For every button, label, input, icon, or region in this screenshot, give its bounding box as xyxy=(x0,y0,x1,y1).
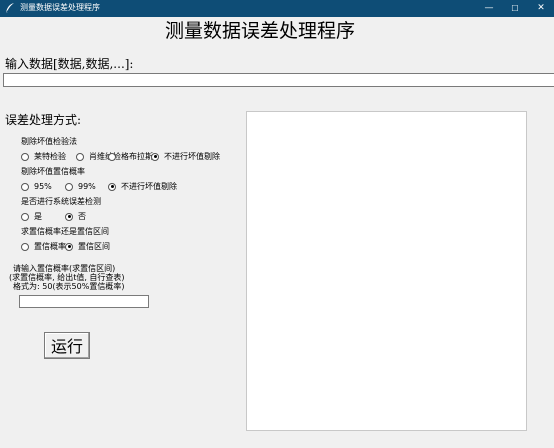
vertical-scrollbar[interactable] xyxy=(530,88,548,448)
radio-circle xyxy=(21,152,29,161)
confidence-input[interactable] xyxy=(19,295,149,308)
systematic-error-label: 是否进行系统误差检测 xyxy=(21,197,101,206)
close-button[interactable]: ✕ xyxy=(528,0,554,17)
radio-95[interactable]: 95% xyxy=(21,181,52,192)
radio-laite-test[interactable]: 莱特检验 xyxy=(21,151,66,162)
radio-confidence-probability[interactable]: 置信概率 xyxy=(21,241,66,252)
outlier-test-label: 剔除坏值检验法 xyxy=(21,137,77,146)
radio-circle xyxy=(21,182,29,191)
radio-grubbs-test[interactable]: 格布拉斯 xyxy=(108,151,153,162)
outlier-confidence-label: 剔除坏值置信概率 xyxy=(21,167,85,176)
radio-circle xyxy=(21,242,29,251)
data-input-label: 输入数据[数据,数据,...]: xyxy=(5,57,134,71)
window-title: 测量数据误差处理程序 xyxy=(20,3,100,12)
run-button[interactable]: 运行 xyxy=(44,332,90,359)
feather-app-icon xyxy=(5,3,14,14)
radio-circle xyxy=(76,152,84,161)
radio-circle-selected xyxy=(65,212,73,221)
radio-yes[interactable]: 是 xyxy=(21,211,42,222)
page-title: 测量数据误差处理程序 xyxy=(164,20,355,42)
method-label: 误差处理方式: xyxy=(5,113,82,127)
radio-circle xyxy=(65,182,73,191)
confidence-prompt-line2: (求置信概率, 给出t值, 自行查表) xyxy=(9,273,125,282)
window-titlebar[interactable]: 测量数据误差处理程序 — ☐ ✕ xyxy=(0,0,554,17)
radio-label: 格布拉斯 xyxy=(121,152,153,161)
data-input[interactable] xyxy=(3,73,554,87)
radio-label: 95% xyxy=(34,182,52,191)
probability-or-interval-label: 求置信概率还是置信区间 xyxy=(21,227,109,236)
radio-circle xyxy=(21,212,29,221)
minimize-button[interactable]: — xyxy=(476,0,502,17)
radio-label: 否 xyxy=(78,212,86,221)
confidence-prompt-line1: 请输入置信概率(求置信区间) xyxy=(13,264,116,273)
radio-label: 不进行坏值剔除 xyxy=(164,152,220,161)
radio-label: 99% xyxy=(78,182,96,191)
radio-label: 置信区间 xyxy=(78,242,110,251)
radio-circle-selected xyxy=(108,182,116,191)
radio-label: 莱特检验 xyxy=(34,152,66,161)
radio-label: 是 xyxy=(34,212,42,221)
radio-confidence-interval[interactable]: 置信区间 xyxy=(65,241,110,252)
radio-no-outlier-removal-2[interactable]: 不进行坏值剔除 xyxy=(108,181,177,192)
radio-no-outlier-removal[interactable]: 不进行坏值剔除 xyxy=(151,151,220,162)
radio-circle xyxy=(108,152,116,161)
confidence-prompt-line3: 格式为: 50(表示50%置信概率) xyxy=(13,282,125,291)
radio-label: 置信概率 xyxy=(34,242,66,251)
radio-label: 不进行坏值剔除 xyxy=(121,182,177,191)
radio-no[interactable]: 否 xyxy=(65,211,86,222)
radio-99[interactable]: 99% xyxy=(65,181,96,192)
output-text-area[interactable] xyxy=(246,111,527,431)
radio-circle-selected xyxy=(65,242,73,251)
radio-circle-selected xyxy=(151,152,159,161)
maximize-button[interactable]: ☐ xyxy=(502,0,528,17)
